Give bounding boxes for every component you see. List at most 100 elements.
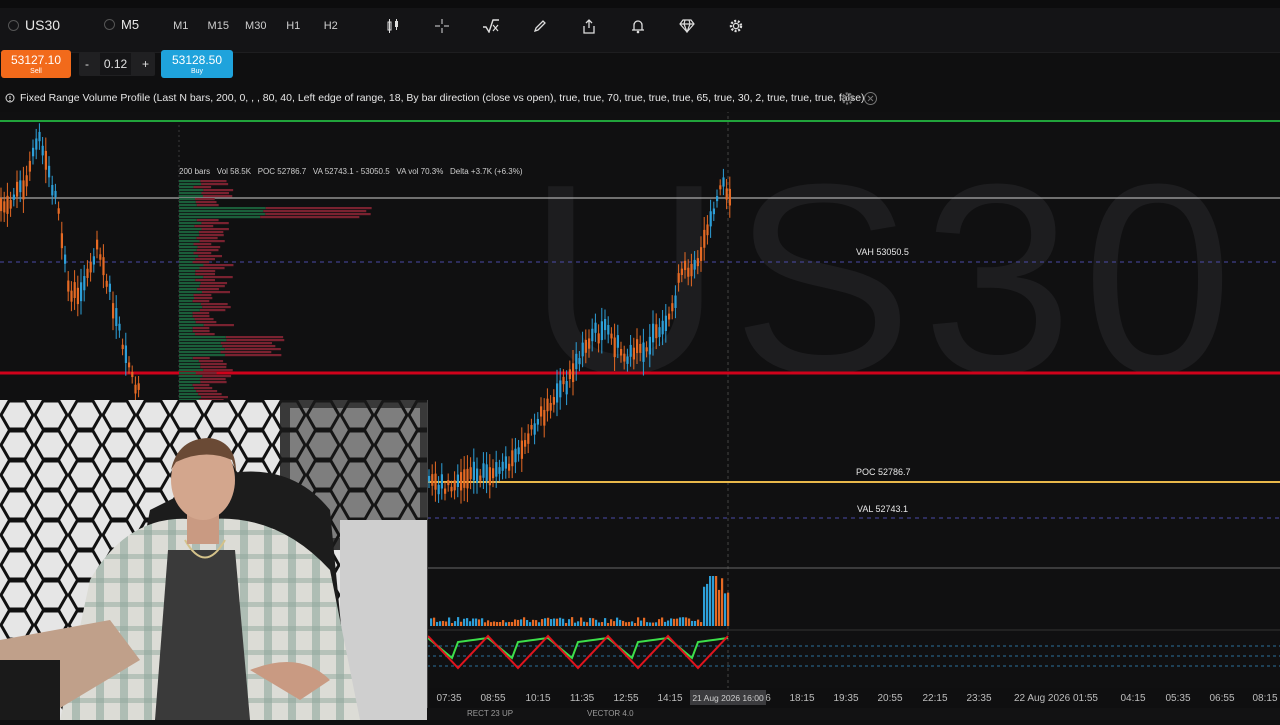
- profile-bar: [179, 222, 202, 225]
- profile-bar: [179, 270, 196, 273]
- bottom-tab-2[interactable]: VECTOR 4.0: [587, 709, 634, 718]
- candle-body: [25, 175, 28, 187]
- candle-body: [41, 145, 44, 156]
- profile-bar: [200, 366, 227, 369]
- candle-settings-icon[interactable]: [368, 16, 417, 36]
- profile-bar: [196, 249, 219, 252]
- profile-bar: [201, 396, 228, 399]
- sell-button[interactable]: 53127.10 Sell: [1, 50, 71, 78]
- profile-bar: [193, 252, 212, 255]
- profile-bar: [195, 258, 215, 261]
- volume-bar: [637, 617, 640, 626]
- volume-bar: [535, 620, 538, 626]
- candle-body: [620, 349, 623, 356]
- profile-bar: [179, 234, 200, 237]
- volume-bar: [442, 620, 445, 626]
- crosshair-icon[interactable]: [417, 16, 466, 36]
- timeframe-h2-button[interactable]: H2: [312, 20, 350, 32]
- volume-bar: [724, 593, 727, 626]
- poc-label: POC 52786.7: [856, 467, 911, 477]
- timeframe-selector[interactable]: M5: [104, 17, 139, 32]
- share-icon[interactable]: [564, 16, 613, 36]
- profile-bar: [179, 336, 226, 339]
- indicators-icon[interactable]: [466, 16, 515, 36]
- candle-body: [51, 184, 54, 196]
- candle-body: [716, 196, 719, 202]
- quantity-stepper[interactable]: - 0.12 +: [79, 52, 155, 76]
- profile-bar: [194, 297, 213, 300]
- buy-button[interactable]: 53128.50 Buy: [161, 50, 233, 78]
- candle-body: [456, 474, 459, 488]
- candle-body: [476, 468, 479, 483]
- window-edge: [0, 0, 1280, 8]
- profile-bar: [179, 315, 193, 318]
- profile-bar: [203, 264, 234, 267]
- profile-bar: [179, 333, 196, 336]
- bottom-tab-1[interactable]: RECT 23 UP: [467, 709, 513, 718]
- profile-bar: [200, 282, 228, 285]
- volume-bar: [601, 622, 604, 626]
- symbol-selector[interactable]: US30: [8, 17, 60, 33]
- candle-body: [137, 383, 140, 390]
- profile-bar: [200, 303, 228, 306]
- timeframe-m30-button[interactable]: M30: [237, 20, 275, 32]
- premium-diamond-icon[interactable]: [662, 16, 711, 36]
- volume-bar: [520, 619, 523, 626]
- volume-bar: [481, 618, 484, 626]
- candle-body: [108, 283, 111, 292]
- candle-body: [520, 440, 523, 459]
- profile-bar: [196, 390, 218, 393]
- candle-body: [511, 450, 514, 467]
- profile-bar: [201, 183, 229, 186]
- indicator-legend[interactable]: Fixed Range Volume Profile (Last N bars,…: [5, 92, 865, 104]
- candle-body: [19, 180, 22, 193]
- time-label: 10:15: [525, 693, 550, 704]
- candle-body: [546, 398, 549, 412]
- candle-body: [67, 280, 70, 292]
- volume-bar: [613, 621, 616, 626]
- timeframe-m1-button[interactable]: M1: [162, 20, 200, 32]
- profile-bar: [197, 246, 221, 249]
- profile-bar: [196, 219, 219, 222]
- candle-body: [680, 268, 683, 275]
- profile-bar: [179, 351, 221, 354]
- candle-body: [636, 339, 639, 354]
- volume-bar: [556, 618, 559, 626]
- indicator-settings-icon[interactable]: [840, 91, 855, 106]
- volume-bar: [565, 622, 568, 626]
- volume-bar: [502, 620, 505, 626]
- indicator-remove-icon[interactable]: [863, 91, 878, 106]
- quantity-increase-button[interactable]: +: [136, 57, 155, 71]
- quantity-decrease-button[interactable]: -: [79, 57, 95, 71]
- candle-body: [495, 462, 498, 477]
- profile-bar: [192, 261, 210, 264]
- profile-bar: [179, 342, 221, 345]
- candle-body: [527, 433, 530, 444]
- timeframe-m15-button[interactable]: M15: [200, 20, 238, 32]
- profile-bar: [179, 321, 196, 324]
- profile-bar: [198, 231, 224, 234]
- profile-bar: [199, 378, 226, 381]
- timeframe-h1-button[interactable]: H1: [275, 20, 313, 32]
- volume-bar: [589, 617, 592, 626]
- candle-body: [655, 324, 658, 339]
- volume-bar: [496, 622, 499, 626]
- draw-pencil-icon[interactable]: [515, 16, 564, 36]
- candle-body: [693, 259, 696, 270]
- profile-bar: [179, 258, 196, 261]
- profile-bar: [192, 315, 210, 318]
- candle-body: [450, 486, 453, 492]
- volume-bar: [469, 621, 472, 626]
- bottom-tab-bar: RECT 23 UP VECTOR 4.0: [427, 708, 1280, 720]
- alert-bell-icon[interactable]: [613, 16, 662, 36]
- indicator-actions: [840, 91, 878, 106]
- volume-bar: [439, 621, 442, 626]
- candle-body: [121, 344, 124, 350]
- profile-bar: [195, 273, 216, 276]
- profile-bar: [179, 378, 200, 381]
- quantity-input[interactable]: 0.12: [99, 53, 132, 75]
- settings-gear-icon[interactable]: [711, 16, 760, 36]
- candle-body: [709, 211, 712, 227]
- profile-bar: [179, 363, 201, 366]
- time-label: 6: [765, 693, 771, 704]
